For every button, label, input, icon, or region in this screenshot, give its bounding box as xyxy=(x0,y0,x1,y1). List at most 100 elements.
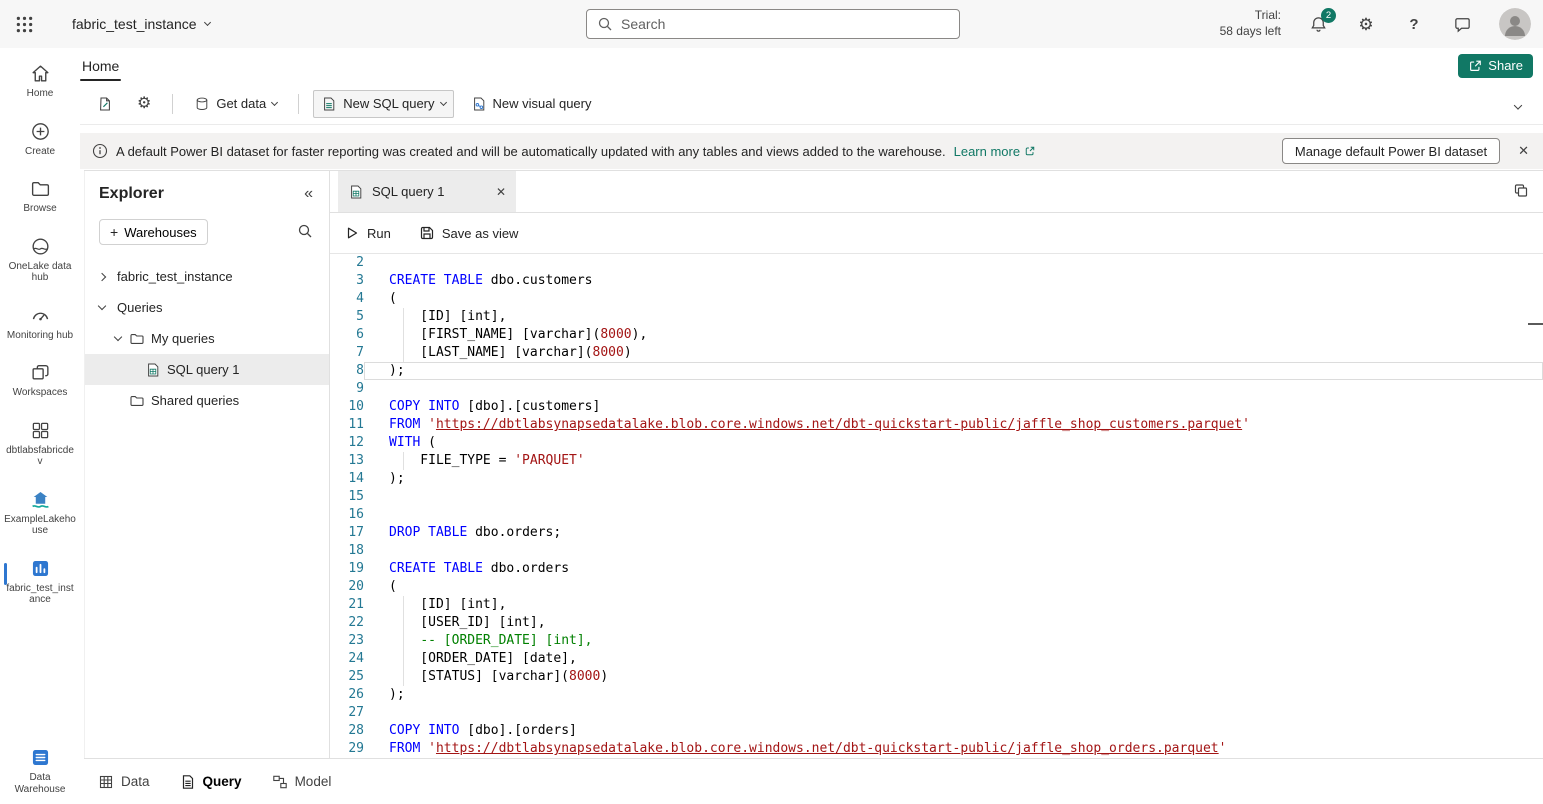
code-line-22[interactable]: 22 [USER_ID] [int], xyxy=(330,614,1543,632)
search-input[interactable]: Search xyxy=(586,9,960,39)
tab-sql-query-1[interactable]: SQL query 1 ✕ xyxy=(338,171,516,212)
nav-rail-item-monitoring-hub[interactable]: Monitoring hub xyxy=(0,302,80,345)
workspace-switcher[interactable]: fabric_test_instance xyxy=(72,16,210,32)
bottom-tab-data[interactable]: Data xyxy=(98,774,150,790)
code-line-25[interactable]: 25 [STATUS] [varchar](8000) xyxy=(330,668,1543,686)
monitoring-icon xyxy=(30,305,51,326)
chevron-down-icon[interactable] xyxy=(114,333,122,341)
add-warehouses-button[interactable]: + Warehouses xyxy=(99,219,208,245)
share-icon xyxy=(1468,59,1482,73)
chevron-down-icon[interactable] xyxy=(98,302,106,310)
code-line-24[interactable]: 24 [ORDER_DATE] [date], xyxy=(330,650,1543,668)
code-line-23[interactable]: 23 -- [ORDER_DATE] [int], xyxy=(330,632,1543,650)
line-number: 20 xyxy=(330,578,364,596)
code-line-28[interactable]: 28COPY INTO [dbo].[orders] xyxy=(330,722,1543,740)
new-sql-query-button[interactable]: New SQL query xyxy=(313,90,453,118)
explorer-search-icon[interactable] xyxy=(297,223,313,242)
warehouse-icon xyxy=(30,558,51,579)
code-line-3[interactable]: 3CREATE TABLE dbo.customers xyxy=(330,272,1543,290)
settings-toolbar-button[interactable]: ⚙ xyxy=(130,91,158,117)
copy-icon[interactable] xyxy=(1513,182,1529,201)
code-line-27[interactable]: 27 xyxy=(330,704,1543,722)
tree-item-shared-queries[interactable]: Shared queries xyxy=(85,385,329,416)
nav-rail-item-home[interactable]: Home xyxy=(0,60,80,103)
account-avatar[interactable] xyxy=(1499,8,1531,40)
code-line-7[interactable]: 7 [LAST_NAME] [varchar](8000) xyxy=(330,344,1543,362)
tree-item-my-queries[interactable]: My queries xyxy=(85,323,329,354)
code-line-12[interactable]: 12WITH ( xyxy=(330,434,1543,452)
code-line-9[interactable]: 9 xyxy=(330,380,1543,398)
sql-file-icon xyxy=(145,362,161,378)
line-code: CREATE TABLE dbo.customers xyxy=(364,272,1543,290)
code-line-8[interactable]: 8); xyxy=(330,362,1543,380)
tab-home[interactable]: Home xyxy=(82,48,119,83)
code-line-4[interactable]: 4( xyxy=(330,290,1543,308)
code-line-21[interactable]: 21 [ID] [int], xyxy=(330,596,1543,614)
code-line-19[interactable]: 19CREATE TABLE dbo.orders xyxy=(330,560,1543,578)
code-line-18[interactable]: 18 xyxy=(330,542,1543,560)
collapse-explorer-icon[interactable]: « xyxy=(304,185,313,203)
share-button[interactable]: Share xyxy=(1458,54,1533,78)
line-number: 9 xyxy=(330,380,364,398)
code-line-26[interactable]: 26); xyxy=(330,686,1543,704)
code-line-6[interactable]: 6 [FIRST_NAME] [varchar](8000), xyxy=(330,326,1543,344)
save-as-view-button[interactable]: Save as view xyxy=(419,225,519,241)
code-line-20[interactable]: 20( xyxy=(330,578,1543,596)
line-code xyxy=(364,254,1543,272)
tree-chevron-slot xyxy=(109,337,127,340)
tree-item-sql-query-1[interactable]: SQL query 1 xyxy=(85,354,329,385)
new-item-button[interactable] xyxy=(90,91,120,117)
line-number: 22 xyxy=(330,614,364,632)
tree-item-fabric-test-instance[interactable]: fabric_test_instance xyxy=(85,261,329,292)
line-number: 2 xyxy=(330,254,364,272)
code-line-15[interactable]: 15 xyxy=(330,488,1543,506)
explorer-panel: Explorer « + Warehouses fabric_test_inst… xyxy=(84,171,330,758)
collapse-ribbon-button[interactable] xyxy=(1515,96,1521,111)
code-line-2[interactable]: 2 xyxy=(330,254,1543,272)
tab-home-label: Home xyxy=(82,58,119,74)
nav-rail-item-workspaces[interactable]: Workspaces xyxy=(0,359,80,402)
code-line-17[interactable]: 17DROP TABLE dbo.orders; xyxy=(330,524,1543,542)
folder-icon xyxy=(129,331,145,347)
code-line-16[interactable]: 16 xyxy=(330,506,1543,524)
line-number: 12 xyxy=(330,434,364,452)
new-visual-query-button[interactable]: New visual query xyxy=(464,91,599,117)
code-line-14[interactable]: 14); xyxy=(330,470,1543,488)
nav-rail-item-fabric-test-instance[interactable]: fabric_test_instance xyxy=(0,555,80,609)
code-line-11[interactable]: 11FROM 'https://dbtlabsynapsedatalake.bl… xyxy=(330,416,1543,434)
document-tab-bar: SQL query 1 ✕ xyxy=(330,171,1543,213)
code-line-29[interactable]: 29FROM 'https://dbtlabsynapsedatalake.bl… xyxy=(330,740,1543,758)
tree-item-label: fabric_test_instance xyxy=(117,269,233,284)
nav-rail-item-dbtlabsfabricdev[interactable]: dbtlabsfabricdev xyxy=(0,417,80,471)
nav-rail-item-onelake-data-hub[interactable]: OneLake data hub xyxy=(0,233,80,287)
waffle-menu-icon[interactable] xyxy=(0,0,48,48)
get-data-button[interactable]: Get data xyxy=(187,91,284,117)
nav-rail-label: Browse xyxy=(23,203,56,215)
line-code xyxy=(364,380,1543,398)
workspaces-icon xyxy=(30,362,51,383)
nav-rail-item-browse[interactable]: Browse xyxy=(0,175,80,218)
help-button[interactable]: ? xyxy=(1403,13,1425,35)
code-line-10[interactable]: 10COPY INTO [dbo].[customers] xyxy=(330,398,1543,416)
code-line-13[interactable]: 13 FILE_TYPE = 'PARQUET' xyxy=(330,452,1543,470)
chevron-right-icon[interactable] xyxy=(98,272,106,280)
nav-rail-item-data-warehouse[interactable]: Data Warehouse xyxy=(0,744,80,798)
learn-more-link[interactable]: Learn more xyxy=(954,144,1036,159)
tree-item-queries[interactable]: Queries xyxy=(85,292,329,323)
banner-close-icon[interactable]: ✕ xyxy=(1518,143,1529,159)
code-line-5[interactable]: 5 [ID] [int], xyxy=(330,308,1543,326)
lakehouse-icon xyxy=(30,489,51,510)
settings-button[interactable]: ⚙ xyxy=(1355,13,1377,35)
manage-default-dataset-button[interactable]: Manage default Power BI dataset xyxy=(1282,138,1500,164)
sql-code-editor[interactable]: 23CREATE TABLE dbo.customers4(5 [ID] [in… xyxy=(330,254,1543,758)
nav-rail-item-examplelakehouse[interactable]: ExampleLakehouse xyxy=(0,486,80,540)
bottom-tab-model[interactable]: Model xyxy=(272,774,332,790)
feedback-button[interactable] xyxy=(1451,13,1473,35)
nav-rail-item-create[interactable]: Create xyxy=(0,118,80,161)
notifications-button[interactable]: 2 xyxy=(1307,13,1329,35)
run-button[interactable]: Run xyxy=(344,225,391,241)
scrollbar-mark[interactable] xyxy=(1528,323,1543,325)
close-tab-icon[interactable]: ✕ xyxy=(496,185,506,199)
new-sql-query-icon xyxy=(321,96,337,112)
bottom-tab-query[interactable]: Query xyxy=(180,774,242,790)
